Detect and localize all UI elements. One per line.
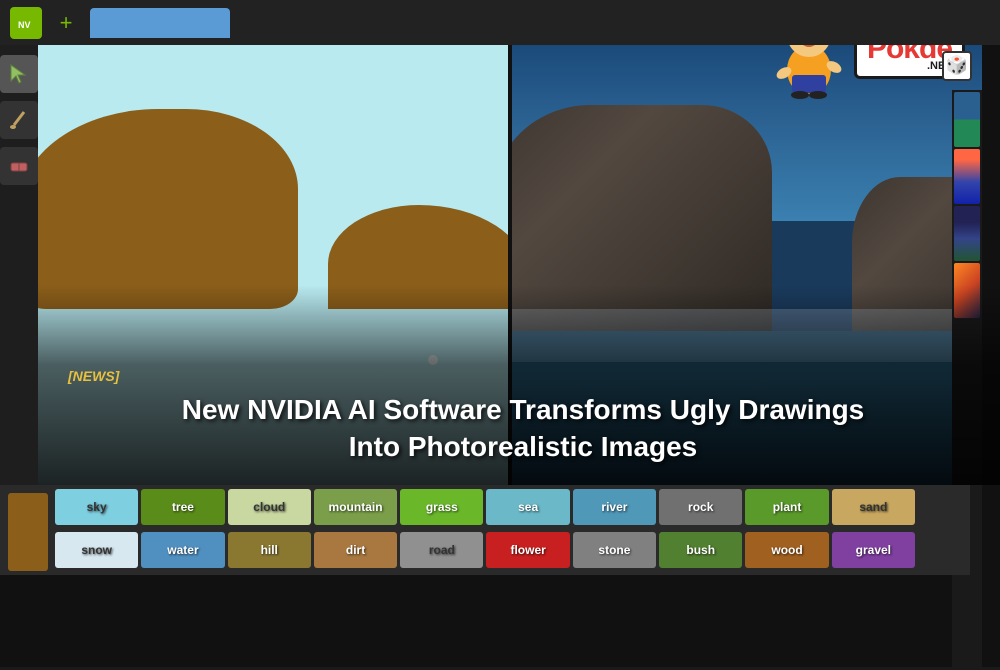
sand-swatch[interactable]: sand <box>832 489 915 525</box>
top-bar: NV + <box>0 0 1000 45</box>
new-tab-button[interactable]: + <box>52 9 80 37</box>
select-tool-button[interactable] <box>0 55 38 93</box>
sky-swatch[interactable]: sky <box>55 489 138 525</box>
cloud-swatch[interactable]: cloud <box>228 489 311 525</box>
tab-bar <box>90 8 230 38</box>
news-tag: [NEWS] <box>68 368 978 384</box>
thumbnail-item[interactable] <box>954 92 980 147</box>
brush-tool-button[interactable] <box>0 101 38 139</box>
nvidia-logo: NV <box>10 7 42 39</box>
wood-swatch[interactable]: wood <box>745 532 828 568</box>
river-swatch[interactable]: river <box>573 489 656 525</box>
palette-row-2: snow water hill dirt road flower stone b… <box>55 532 915 571</box>
rock-swatch[interactable]: rock <box>659 489 742 525</box>
hill-swatch[interactable]: hill <box>228 532 311 568</box>
flower-swatch[interactable]: flower <box>486 532 569 568</box>
rock-left-drawing <box>38 109 298 309</box>
water-swatch[interactable]: water <box>141 532 224 568</box>
active-tab[interactable] <box>90 8 230 38</box>
mountain-swatch[interactable]: mountain <box>314 489 397 525</box>
dirt-swatch[interactable]: dirt <box>314 532 397 568</box>
thumbnail-item[interactable] <box>954 206 980 261</box>
plant-swatch[interactable]: plant <box>745 489 828 525</box>
overlay-gradient: [NEWS] New NVIDIA AI Software Transforms… <box>38 285 1000 485</box>
tree-swatch[interactable]: tree <box>141 489 224 525</box>
article-headline: New NVIDIA AI Software Transforms Ugly D… <box>68 392 978 465</box>
stone-swatch[interactable]: stone <box>573 532 656 568</box>
gravel-swatch[interactable]: gravel <box>832 532 915 568</box>
dice-icon: 🎲 <box>942 51 972 81</box>
sea-swatch[interactable]: sea <box>486 489 569 525</box>
palette-row-1: sky tree cloud mountain grass sea river … <box>55 489 915 528</box>
eraser-tool-button[interactable] <box>0 147 38 185</box>
snow-swatch[interactable]: snow <box>55 532 138 568</box>
road-swatch[interactable]: road <box>400 532 483 568</box>
palette-area: sky tree cloud mountain grass sea river … <box>0 485 970 575</box>
thumbnail-item[interactable] <box>954 149 980 204</box>
article-container: NV + <box>0 0 1000 667</box>
svg-text:NV: NV <box>18 20 31 30</box>
grass-swatch[interactable]: grass <box>400 489 483 525</box>
brown-swatch[interactable] <box>8 493 48 571</box>
bush-swatch[interactable]: bush <box>659 532 742 568</box>
